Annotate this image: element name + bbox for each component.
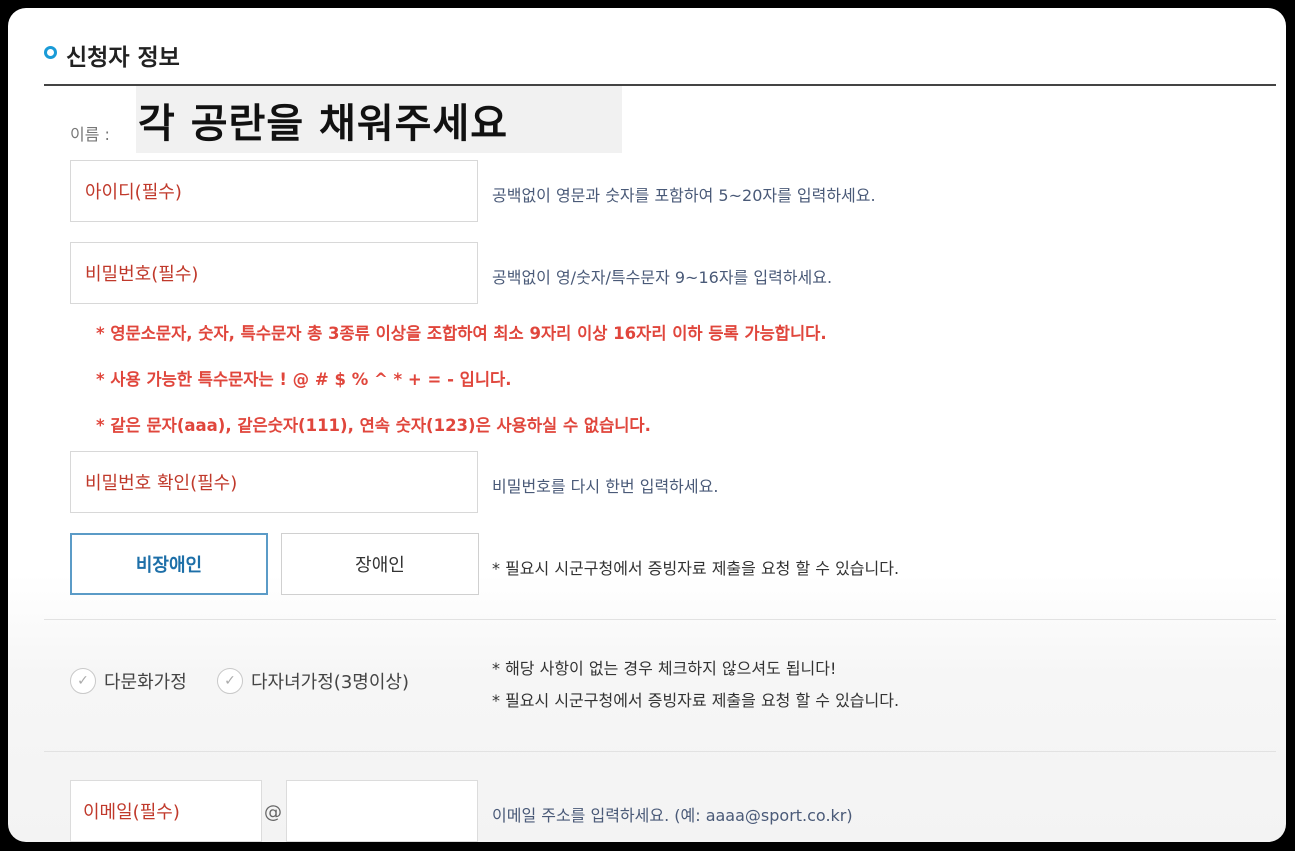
password-confirm-placeholder: 비밀번호 확인(필수): [85, 473, 238, 494]
password-confirm-field[interactable]: 비밀번호 확인(필수): [70, 451, 478, 513]
id-field-placeholder: 아이디(필수): [85, 182, 182, 203]
signup-form-panel: 신청자 정보 이름 : 각 공란을 채워주세요 아이디(필수) 공백없이 영문과…: [8, 8, 1286, 842]
password-rule-1: * 영문소문자, 숫자, 특수문자 총 3종류 이상을 조합하여 최소 9자리 …: [96, 324, 827, 343]
divider: [44, 751, 1276, 752]
email-placeholder: 이메일(필수): [83, 802, 180, 823]
id-hint: 공백없이 영문과 숫자를 포함하여 5~20자를 입력하세요.: [492, 186, 876, 205]
disability-note: * 필요시 시군구청에서 증빙자료 제출을 요청 할 수 있습니다.: [492, 559, 900, 578]
family-note-1: * 해당 사항이 없는 경우 체크하지 않으셔도 됩니다!: [492, 659, 837, 678]
id-field[interactable]: 아이디(필수): [70, 160, 478, 222]
password-rule-3: * 같은 문자(aaa), 같은숫자(111), 연속 숫자(123)은 사용하…: [96, 416, 651, 435]
email-id-field[interactable]: 이메일(필수): [70, 780, 262, 842]
password-field[interactable]: 비밀번호(필수): [70, 242, 478, 304]
multicultural-checkbox[interactable]: ✓ 다문화가정: [70, 668, 187, 694]
email-domain-field[interactable]: [286, 780, 478, 842]
multichild-label: 다자녀가정(3명이상): [251, 672, 409, 693]
divider: [44, 619, 1276, 620]
circle-bullet-icon: [44, 46, 57, 59]
disabled-button[interactable]: 장애인: [281, 533, 479, 595]
check-circle-icon: ✓: [217, 668, 243, 694]
multichild-checkbox[interactable]: ✓ 다자녀가정(3명이상): [217, 668, 409, 694]
instruction-caption: 각 공란을 채워주세요: [136, 86, 622, 153]
email-at-sign: @: [264, 802, 282, 823]
name-label: 이름 :: [70, 125, 110, 144]
password-hint: 공백없이 영/숫자/특수문자 9~16자를 입력하세요.: [492, 268, 833, 287]
email-hint: 이메일 주소를 입력하세요. (예: aaaa@sport.co.kr): [492, 806, 853, 825]
check-circle-icon: ✓: [70, 668, 96, 694]
section-title: 신청자 정보: [66, 45, 180, 71]
password-field-placeholder: 비밀번호(필수): [85, 264, 199, 285]
family-note-2: * 필요시 시군구청에서 증빙자료 제출을 요청 할 수 있습니다.: [492, 691, 900, 710]
password-rule-2: * 사용 가능한 특수문자는 ! @ # $ % ^ * + = - 입니다.: [96, 370, 512, 389]
non-disabled-button[interactable]: 비장애인: [70, 533, 268, 595]
multicultural-label: 다문화가정: [104, 672, 187, 693]
password-confirm-hint: 비밀번호를 다시 한번 입력하세요.: [492, 477, 719, 496]
